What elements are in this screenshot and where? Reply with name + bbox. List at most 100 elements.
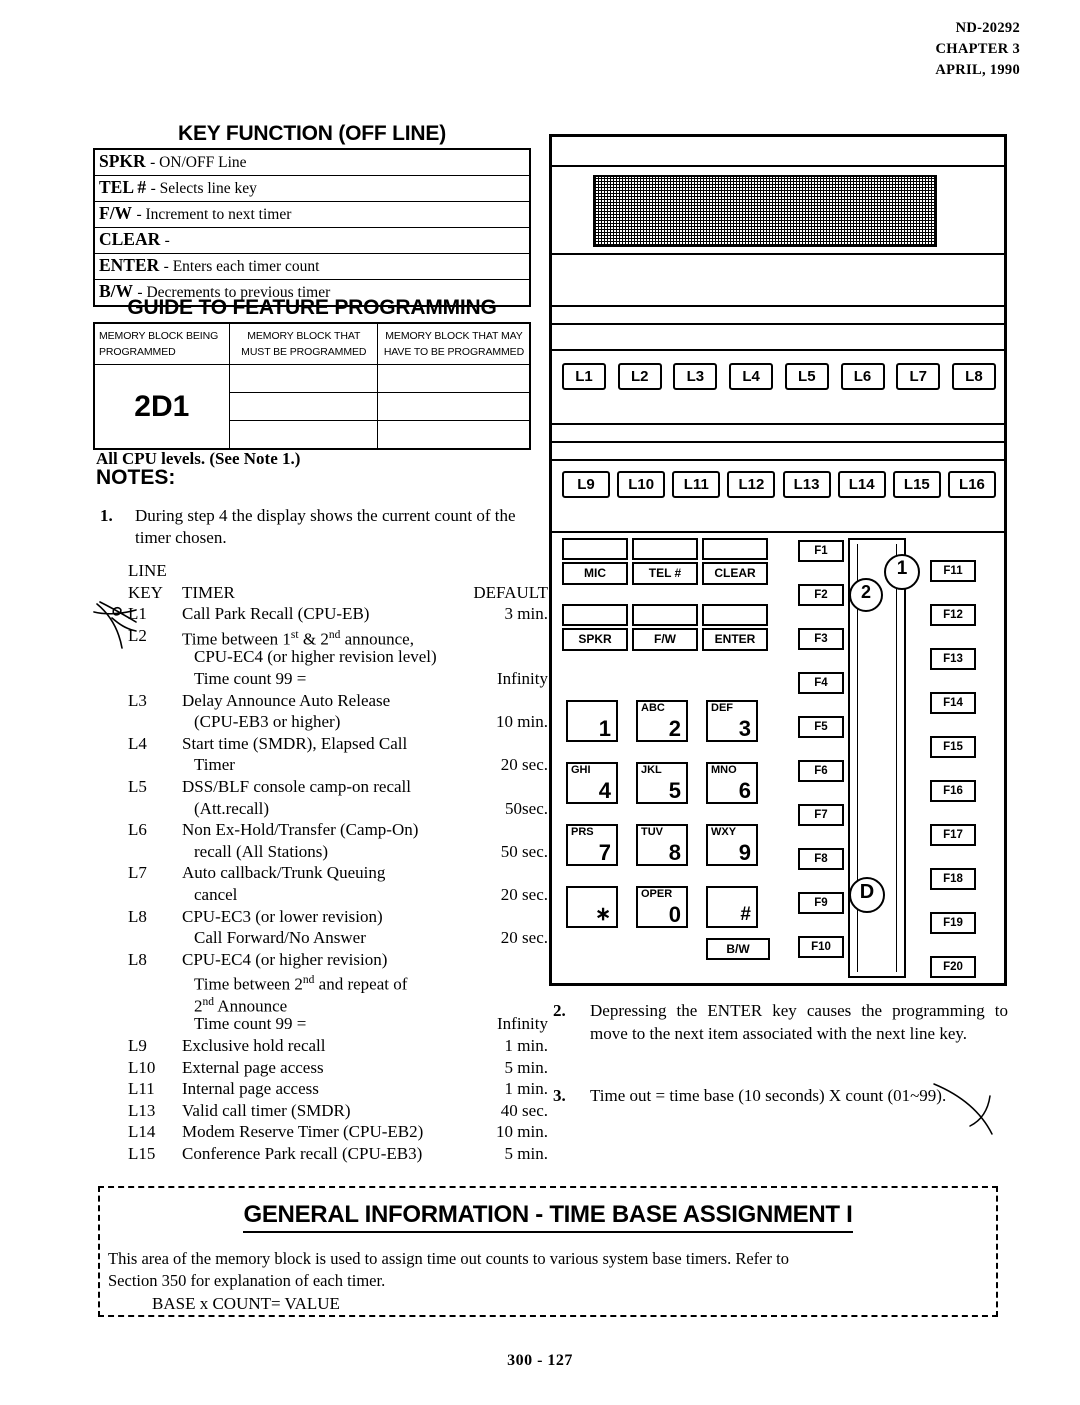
timer-description: CPU-EC3 (or lower revision): [182, 906, 383, 926]
timer-description: Time count 99 =: [194, 668, 307, 688]
f-key-f15[interactable]: F15: [930, 736, 976, 758]
guide-col1-header: MEMORY BLOCK BEING PROGRAMMED: [93, 322, 230, 365]
timer-description: Conference Park recall (CPU-EB3): [182, 1144, 423, 1164]
f-key-f6[interactable]: F6: [798, 760, 844, 782]
dial-key-7[interactable]: PRS 7: [566, 824, 618, 866]
f-key-f13[interactable]: F13: [930, 648, 976, 670]
phone-divider-5: [552, 349, 1004, 351]
timer-head-line1: LINE: [128, 561, 167, 580]
line-key-l15[interactable]: L15: [892, 471, 941, 498]
function-key-mic[interactable]: MIC: [562, 562, 628, 585]
f-key-f2[interactable]: F2: [798, 584, 844, 606]
line-key-l5[interactable]: L5: [784, 363, 829, 390]
function-key-clear[interactable]: CLEAR: [702, 562, 768, 585]
line-key-l13[interactable]: L13: [782, 471, 831, 498]
line-key-l9[interactable]: L9: [562, 471, 610, 498]
timer-description: cancel: [194, 884, 238, 904]
line-key-l1[interactable]: L1: [562, 363, 606, 390]
phone-divider-8: [552, 459, 1004, 461]
line-key-l16[interactable]: L16: [947, 471, 996, 498]
line-key-l7[interactable]: L7: [896, 363, 941, 390]
chapter-label: CHAPTER 3: [935, 41, 1020, 57]
note-2-number: 2.: [553, 1001, 566, 1020]
timer-row: recall (All Stations) 50 sec.: [100, 841, 548, 863]
line-key-l4[interactable]: L4: [729, 363, 774, 390]
function-key-fw[interactable]: F/W: [632, 628, 698, 651]
timer-description: Internal page access: [182, 1079, 319, 1099]
timer-row: cancel 20 sec.: [100, 884, 548, 906]
timer-line-key: L14: [128, 1122, 156, 1142]
timer-line-key: L6: [128, 820, 147, 840]
f-key-f9[interactable]: F9: [798, 892, 844, 914]
dial-key-2[interactable]: ABC 2: [636, 700, 688, 742]
line-key-l14[interactable]: L14: [837, 471, 886, 498]
guide-table: MEMORY BLOCK BEING PROGRAMMED MEMORY BLO…: [93, 322, 531, 450]
dial-key-digit: 5: [668, 778, 681, 803]
timer-line-key: L3: [128, 690, 147, 710]
key-function-section: KEY FUNCTION (OFF LINE) SPKR - ON/OFF Li…: [93, 122, 531, 307]
f-key-f7[interactable]: F7: [798, 804, 844, 826]
dial-key-3[interactable]: DEF 3: [706, 700, 758, 742]
f-key-f3[interactable]: F3: [798, 628, 844, 650]
general-information-line-1: This area of the memory block is used to…: [108, 1249, 789, 1268]
timer-row: L1 Call Park Recall (CPU-EB) 3 min.: [100, 603, 548, 625]
key-function-desc: - Selects line key: [150, 180, 257, 197]
f-key-f1[interactable]: F1: [798, 540, 844, 562]
dial-key-0[interactable]: OPER 0: [636, 886, 688, 928]
function-key-bw[interactable]: B/W: [706, 938, 770, 960]
line-key-l11[interactable]: L11: [672, 471, 721, 498]
f-key-f12[interactable]: F12: [930, 604, 976, 626]
timer-default-value: Infinity: [497, 668, 548, 688]
line-key-l8[interactable]: L8: [951, 363, 996, 390]
line-key-l2[interactable]: L2: [617, 363, 662, 390]
dial-key-9[interactable]: WXY 9: [706, 824, 758, 866]
f-key-f17[interactable]: F17: [930, 824, 976, 846]
f-key-f4[interactable]: F4: [798, 672, 844, 694]
dial-key-digit: 0: [668, 902, 681, 927]
dial-key-star[interactable]: ∗: [566, 886, 618, 928]
phone-divider-9: [552, 531, 1004, 533]
f-key-f18[interactable]: F18: [930, 868, 976, 890]
f-key-f5[interactable]: F5: [798, 716, 844, 738]
note-3-number: 3.: [553, 1086, 566, 1105]
timer-row: (Att.recall) 50sec.: [100, 798, 548, 820]
key-function-key: TEL #: [99, 177, 147, 197]
function-key-tel[interactable]: TEL #: [632, 562, 698, 585]
line-key-l12[interactable]: L12: [727, 471, 776, 498]
dial-key-8[interactable]: TUV 8: [636, 824, 688, 866]
f-key-f11[interactable]: F11: [930, 560, 976, 582]
phone-divider-4: [552, 323, 1004, 325]
timer-row: (CPU-EB3 or higher) 10 min.: [100, 711, 548, 733]
function-key-spkr[interactable]: SPKR: [562, 628, 628, 651]
f-key-f19[interactable]: F19: [930, 912, 976, 934]
timer-default-value: 50sec.: [505, 798, 548, 818]
note-1-text: During step 4 the display shows the curr…: [135, 506, 516, 547]
line-key-l6[interactable]: L6: [840, 363, 885, 390]
key-function-cell: CLEAR -: [94, 227, 530, 254]
dial-key-hash[interactable]: #: [706, 886, 758, 928]
general-information-body: This area of the memory block is used to…: [108, 1248, 988, 1315]
f-key-f8[interactable]: F8: [798, 848, 844, 870]
timer-line-key: L13: [128, 1100, 156, 1120]
note-1: 1. During step 4 the display shows the c…: [100, 505, 545, 549]
f-key-f20[interactable]: F20: [930, 956, 976, 978]
key-function-row: F/W - Increment to next timer: [94, 201, 530, 228]
function-key-enter[interactable]: ENTER: [702, 628, 768, 651]
callout-marker-2: 2: [849, 578, 883, 612]
timer-default-value: 3 min.: [504, 604, 548, 624]
f-key-f10[interactable]: F10: [798, 936, 844, 958]
f-key-f14[interactable]: F14: [930, 692, 976, 714]
dial-key-5[interactable]: JKL 5: [636, 762, 688, 804]
guide-cell-may-1: [376, 364, 531, 393]
f-key-f16[interactable]: F16: [930, 780, 976, 802]
dial-key-1[interactable]: 1: [566, 700, 618, 742]
guide-cell-may-2: [376, 392, 531, 421]
line-key-l3[interactable]: L3: [673, 363, 718, 390]
timer-description: Modem Reserve Timer (CPU-EB2): [182, 1122, 424, 1142]
dial-key-4[interactable]: GHI 4: [566, 762, 618, 804]
dial-key-6[interactable]: MNO 6: [706, 762, 758, 804]
line-key-l10[interactable]: L10: [617, 471, 666, 498]
key-function-desc: -: [164, 232, 170, 249]
timer-description: recall (All Stations): [194, 841, 329, 861]
lcd-display: [593, 175, 937, 247]
